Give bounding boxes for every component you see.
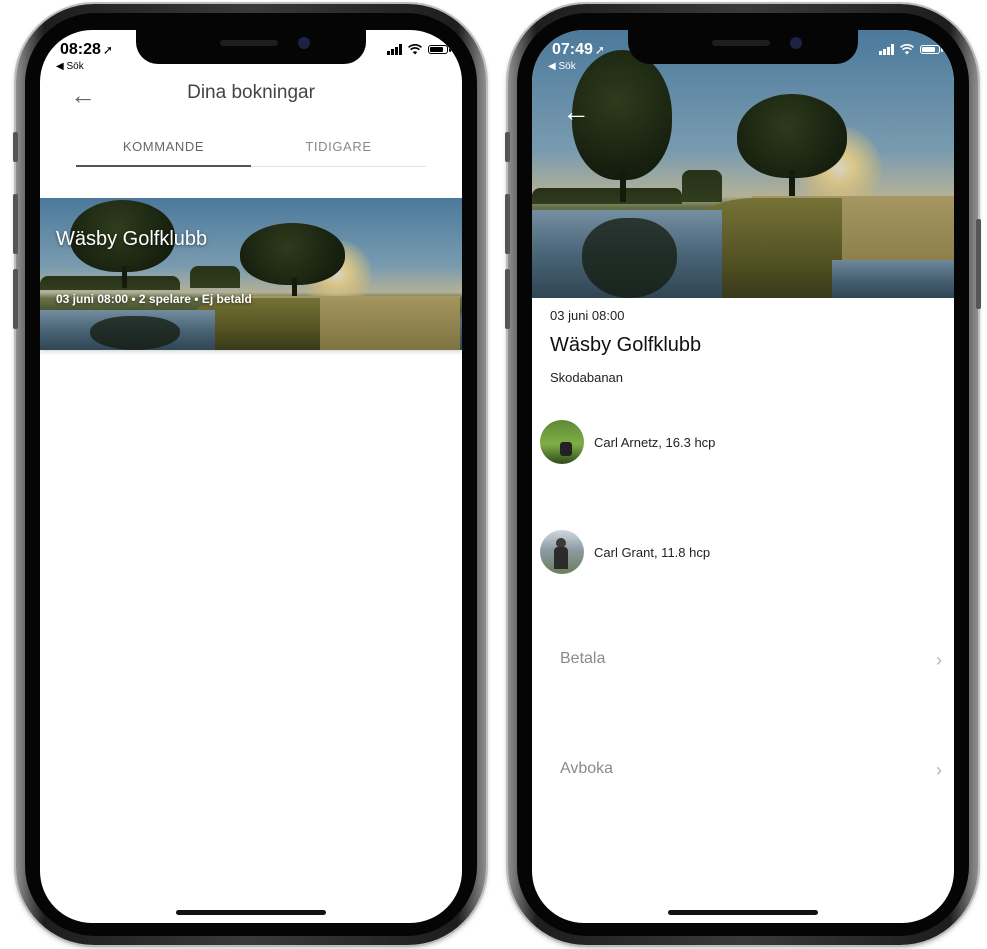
avatar (540, 420, 584, 464)
home-indicator[interactable] (668, 910, 818, 915)
front-camera (298, 37, 310, 49)
player-row[interactable]: Carl Grant, 11.8 hcp (540, 530, 710, 574)
booking-tabs: KOMMANDE TIDIGARE (76, 135, 426, 167)
wifi-icon (900, 44, 914, 55)
page-title: Dina bokningar (187, 82, 315, 103)
battery-icon (920, 45, 943, 54)
system-icons (387, 44, 451, 55)
mute-switch (13, 132, 18, 162)
status-time: 08:28 ➚ (60, 41, 113, 58)
volume-up-button (13, 194, 18, 254)
player-name: Carl Arnetz, 16.3 hcp (594, 434, 716, 450)
pay-label: Betala (560, 650, 606, 667)
power-button (976, 219, 981, 309)
location-arrow-icon: ➚ (102, 43, 113, 57)
bookings-screen: 08:28 ➚ ◀ Sök ← Dina bokningar KOMMANDE T… (40, 30, 462, 923)
booking-date-time: 03 juni 08:00 (550, 308, 625, 323)
notch (136, 30, 366, 64)
mute-switch (505, 132, 510, 162)
back-to-app-link[interactable]: ◀ Sök (548, 61, 576, 72)
volume-up-button (505, 194, 510, 254)
battery-icon (428, 45, 451, 54)
pay-row[interactable]: Betala › (560, 650, 942, 671)
club-name: Wäsby Golfklubb (550, 334, 702, 356)
booking-card[interactable]: Wäsby Golfklubb 03 juni 08:00 • 2 spelar… (40, 198, 462, 350)
location-arrow-icon: ➚ (594, 43, 605, 57)
course-name: Skodabanan (550, 370, 624, 385)
card-club-name: Wäsby Golfklubb (56, 228, 208, 250)
back-to-app-link[interactable]: ◀ Sök (56, 61, 84, 72)
status-time: 07:49 ➚ (552, 41, 605, 58)
avatar (540, 530, 584, 574)
wifi-icon (408, 44, 422, 55)
phone-frame-right: 07:49 ➚ ◀ Sök ← 03 juni 08:00 Wäsby Golfk… (505, 4, 981, 945)
booking-detail-screen: 07:49 ➚ ◀ Sök ← 03 juni 08:00 Wäsby Golfk… (532, 30, 954, 923)
card-booking-summary: 03 juni 08:00 • 2 spelare • Ej betald (56, 292, 252, 306)
tab-kommande[interactable]: KOMMANDE (76, 135, 251, 167)
volume-down-button (13, 269, 18, 329)
cancel-booking-label: Avboka (560, 760, 614, 777)
system-icons (879, 44, 943, 55)
notch (628, 30, 858, 64)
signal-bars-icon (387, 44, 402, 55)
front-camera (790, 37, 802, 49)
chevron-right-icon: › (936, 760, 942, 780)
golf-course-image (40, 198, 462, 350)
phone-frame-left: 08:28 ➚ ◀ Sök ← Dina bokningar KOMMANDE T… (13, 4, 486, 945)
player-name: Carl Grant, 11.8 hcp (594, 544, 711, 560)
cancel-booking-row[interactable]: Avboka › (560, 760, 942, 781)
signal-bars-icon (879, 44, 894, 55)
chevron-right-icon: › (936, 650, 942, 670)
home-indicator[interactable] (176, 910, 326, 915)
tab-tidigare[interactable]: TIDIGARE (251, 135, 426, 167)
back-arrow-icon[interactable]: ← (562, 98, 590, 126)
player-row[interactable]: Carl Arnetz, 16.3 hcp (540, 420, 715, 464)
volume-down-button (505, 269, 510, 329)
